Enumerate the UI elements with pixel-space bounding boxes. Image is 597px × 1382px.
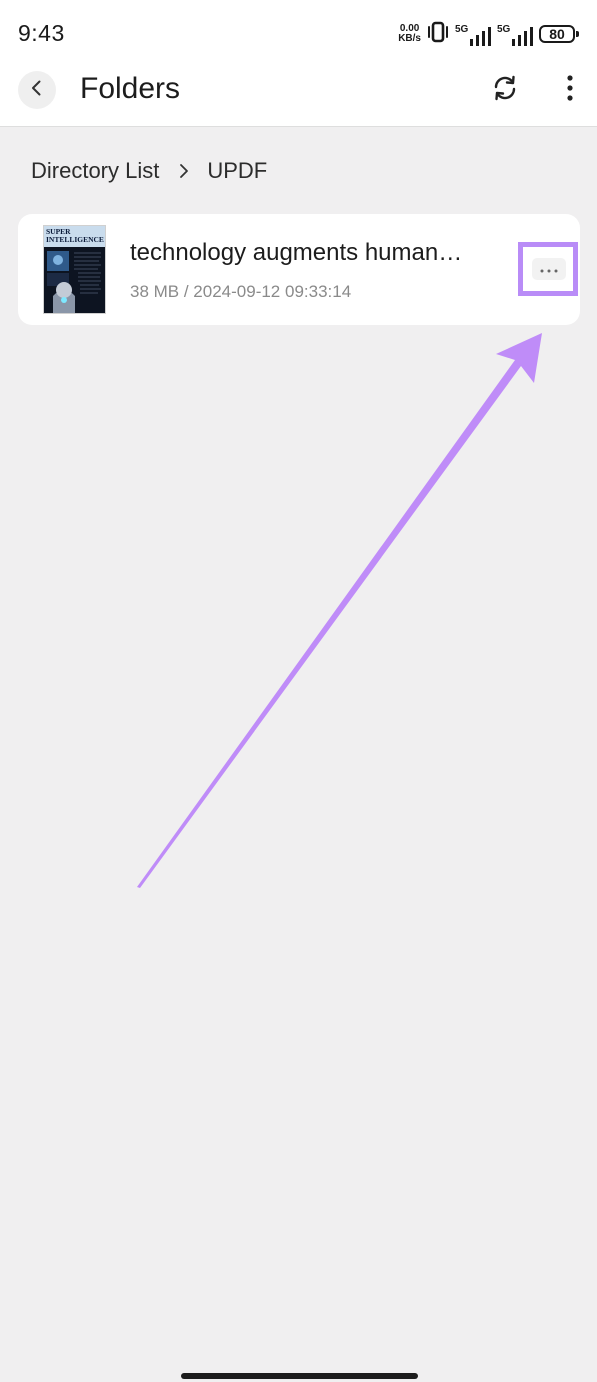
battery-icon: 80: [539, 25, 579, 43]
breadcrumb: Directory List UPDF: [31, 158, 267, 184]
sync-button[interactable]: [489, 74, 521, 106]
home-indicator[interactable]: [181, 1373, 418, 1379]
file-thumbnail: SUPER INTELLIGENCE: [44, 226, 105, 313]
network-speed-unit: KB/s: [398, 33, 421, 44]
status-time: 9:43: [18, 20, 65, 46]
vibrate-icon: [427, 20, 449, 49]
chevron-left-icon: [28, 79, 46, 102]
more-vertical-icon: [567, 74, 573, 106]
file-meta: 38 MB / 2024-09-12 09:33:14: [130, 282, 352, 301]
signal-sim1-icon: 5G: [455, 22, 491, 46]
file-name: technology augments human…: [130, 239, 463, 266]
sim1-network-label: 5G: [455, 24, 469, 35]
breadcrumb-current[interactable]: UPDF: [207, 158, 267, 184]
status-icons: 0.00 KB/s 5G 5G 80: [398, 20, 579, 49]
sim2-network-label: 5G: [497, 24, 511, 35]
status-bar: 9:43 0.00 KB/s 5G 5G 80: [0, 0, 597, 64]
more-options-button[interactable]: [556, 74, 584, 106]
battery-nub: [576, 31, 579, 37]
page-title: Folders: [80, 72, 181, 105]
file-more-button[interactable]: [532, 258, 566, 280]
network-speed: 0.00 KB/s: [398, 24, 421, 44]
breadcrumb-root[interactable]: Directory List: [31, 158, 159, 184]
more-horizontal-icon: [540, 260, 558, 278]
chevron-right-icon: [179, 163, 189, 179]
file-list-item[interactable]: SUPER INTELLIGENCE technology augments h…: [18, 214, 580, 325]
signal-sim2-icon: 5G: [497, 22, 533, 46]
book-cover-art: [47, 251, 101, 313]
battery-level: 80: [549, 26, 565, 42]
sync-icon: [491, 74, 519, 107]
annotation-arrow: [137, 333, 542, 888]
app-bar: Folders: [0, 64, 597, 127]
back-button[interactable]: [18, 71, 56, 109]
